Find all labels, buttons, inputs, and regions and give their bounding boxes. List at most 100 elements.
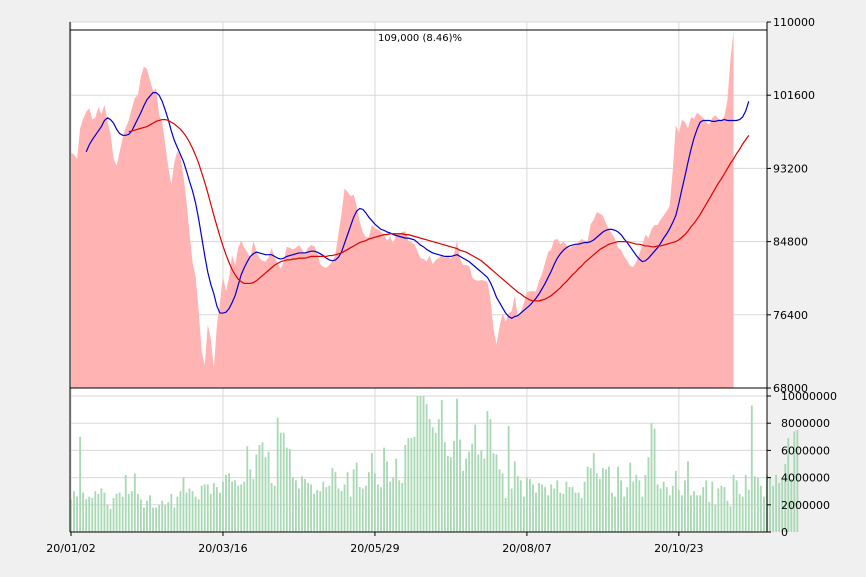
volume-bar [586, 466, 589, 532]
volume-bar [261, 442, 264, 532]
volume-bar [647, 457, 650, 532]
volume-bar [380, 487, 382, 532]
volume-bar [684, 480, 686, 532]
volume-bar [392, 477, 395, 532]
volume-bar [349, 496, 352, 532]
x-tick-label: 20/08/07 [502, 542, 551, 555]
volume-bar [240, 484, 243, 532]
volume-bar [592, 453, 595, 532]
volume-bar [155, 507, 158, 532]
volume-bar [88, 496, 91, 532]
price-y-tick-label: 110000 [773, 16, 815, 29]
volume-bar [316, 489, 319, 532]
price-y-tick-label: 93200 [773, 162, 808, 175]
volume-y-tick-label: 4000000 [781, 472, 830, 485]
volume-bar [222, 481, 224, 532]
volume-bar [617, 466, 619, 532]
volume-bar [760, 485, 762, 532]
volume-bar [310, 484, 313, 532]
volume-bar [775, 474, 778, 532]
volume-bar [735, 480, 738, 532]
volume-bar [410, 438, 413, 532]
volume-bar [121, 496, 124, 532]
volume-bar [753, 476, 756, 532]
volume-bar [343, 484, 346, 532]
volume-bar [732, 474, 735, 532]
volume-bar [346, 472, 349, 532]
volume-bar [431, 427, 434, 532]
volume-bar [644, 474, 647, 532]
volume-bar [538, 483, 540, 532]
volume-bar [714, 504, 717, 532]
volume-bar [276, 417, 279, 532]
volume-bar [355, 462, 358, 532]
volume-bar [334, 472, 337, 532]
volume-bar [450, 457, 452, 532]
volume-bar [295, 480, 297, 532]
volume-bar [559, 492, 562, 532]
x-tick-label: 20/03/16 [198, 542, 247, 555]
volume-bar [656, 484, 659, 532]
volume-bar [778, 483, 781, 532]
volume-bar [653, 428, 656, 532]
volume-bar [595, 473, 598, 532]
volume-bar [182, 477, 185, 532]
volume-bar [161, 500, 164, 532]
volume-bar [434, 432, 437, 532]
volume-bar [453, 440, 455, 532]
volume-bar [614, 496, 616, 532]
volume-bar [477, 454, 480, 532]
volume-bar [106, 504, 109, 532]
volume-bar [377, 484, 379, 532]
volume-bar [267, 451, 270, 532]
volume-bar [200, 485, 203, 532]
volume-bar [85, 499, 88, 532]
volume-bar [170, 493, 173, 532]
volume-bar [179, 491, 182, 532]
volume-bar [304, 478, 306, 532]
volume-bar [629, 462, 632, 532]
volume-bar [605, 469, 607, 532]
volume-bar [258, 444, 261, 532]
volume-bar [641, 496, 644, 532]
volume-bar [659, 488, 662, 532]
volume-y-tick-label: 0 [781, 526, 788, 539]
volume-bar [130, 491, 133, 532]
volume-bar [313, 493, 316, 532]
volume-bar [158, 504, 161, 532]
volume-bar [79, 436, 82, 532]
volume-bar [468, 451, 471, 532]
chart-canvas: 6800076400848009320010160011000002000000… [46, 16, 837, 555]
volume-bar [589, 468, 592, 532]
volume-bar [115, 493, 118, 532]
volume-bar [364, 485, 367, 532]
volume-bar [243, 481, 246, 532]
volume-bar [188, 488, 191, 532]
volume-bar [522, 496, 525, 532]
volume-y-tick-label: 10000000 [781, 390, 837, 403]
volume-bar [328, 485, 331, 532]
volume-bar [103, 492, 106, 532]
volume-bar [571, 487, 574, 532]
volume-bar [185, 492, 188, 532]
volume-bar [529, 478, 531, 532]
volume-bar [136, 493, 139, 532]
volume-y-tick-label: 8000000 [781, 417, 830, 430]
volume-bar [717, 488, 720, 532]
volume-bar [124, 474, 127, 532]
peak-annotation: 109,000 (8.46)% [378, 33, 462, 44]
volume-bar [386, 461, 388, 532]
stock-chart: 68000 76400 84800 93200 101600 110000 0 2000000… [0, 0, 866, 573]
volume-bar [708, 502, 711, 532]
price-y-tick-label: 84800 [773, 236, 808, 249]
volume-bar [574, 492, 577, 532]
volume-bar [474, 424, 477, 532]
volume-bar [383, 447, 385, 532]
volume-bar [729, 506, 732, 532]
volume-bar [288, 449, 291, 532]
volume-bar [577, 492, 580, 532]
volume-bar [611, 492, 613, 532]
volume-bar [489, 419, 492, 532]
volume-bar [255, 454, 258, 532]
volume-bar [234, 480, 237, 532]
